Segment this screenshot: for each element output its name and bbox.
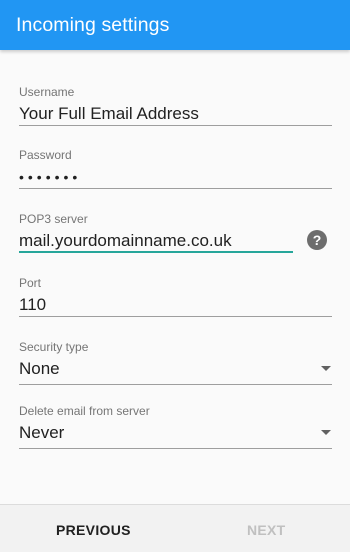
port-field-group: Port 110: [19, 276, 332, 316]
delete-email-label: Delete email from server: [19, 404, 150, 418]
password-input[interactable]: •••••••: [19, 166, 332, 188]
password-underline: [19, 188, 332, 189]
previous-button[interactable]: PREVIOUS: [56, 522, 131, 538]
security-type-field-group: Security type None: [19, 340, 332, 380]
app-bar: Incoming settings: [0, 0, 350, 50]
password-label: Password: [19, 148, 72, 162]
port-underline: [19, 316, 332, 317]
password-field-group: Password •••••••: [19, 148, 332, 188]
security-type-underline: [19, 384, 332, 385]
pop3-server-label: POP3 server: [19, 212, 88, 226]
pop3-server-field-group: POP3 server mail.yourdomainname.co.uk: [19, 212, 294, 252]
security-type-dropdown[interactable]: None: [19, 358, 332, 380]
incoming-settings-screen: Incoming settings Username Your Full Ema…: [0, 0, 350, 552]
pop3-server-underline: [19, 251, 293, 253]
security-type-label: Security type: [19, 340, 89, 354]
port-input[interactable]: 110: [19, 294, 332, 316]
delete-email-underline: [19, 448, 332, 449]
bottom-navigation-bar: PREVIOUS NEXT: [0, 504, 350, 552]
dropdown-arrow-icon[interactable]: [321, 430, 331, 435]
username-underline: [19, 125, 332, 126]
port-label: Port: [19, 276, 42, 290]
page-title: Incoming settings: [16, 14, 170, 36]
dropdown-arrow-icon[interactable]: [321, 366, 331, 371]
next-button[interactable]: NEXT: [247, 522, 286, 538]
pop3-server-input[interactable]: mail.yourdomainname.co.uk: [19, 230, 294, 252]
username-field-group: Username Your Full Email Address: [19, 85, 332, 125]
help-icon[interactable]: ?: [307, 230, 327, 250]
delete-email-field-group: Delete email from server Never: [19, 404, 332, 444]
username-label: Username: [19, 85, 75, 99]
delete-email-dropdown[interactable]: Never: [19, 422, 332, 444]
username-input[interactable]: Your Full Email Address: [19, 103, 332, 125]
